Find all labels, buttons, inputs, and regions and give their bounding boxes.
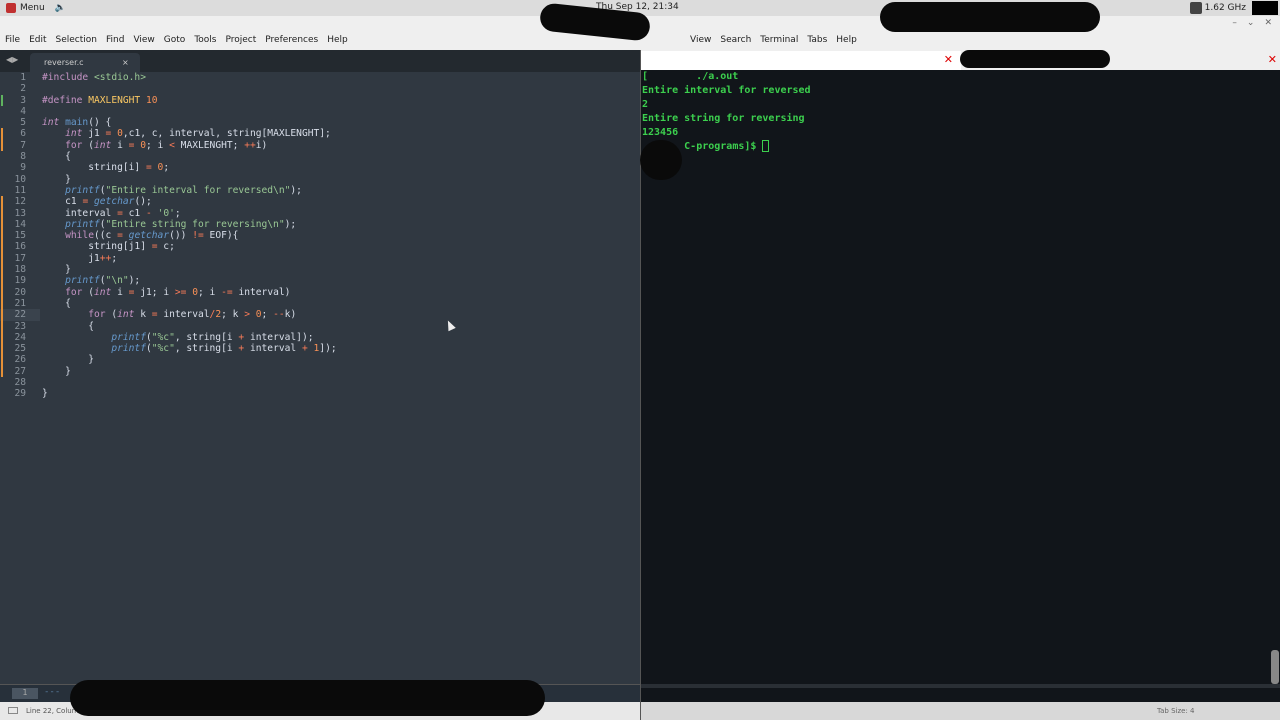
- menu-file[interactable]: File: [5, 35, 20, 45]
- code-line: 12 c1 = getchar();: [0, 196, 640, 208]
- terminal-line: [ ./a.out: [642, 71, 739, 82]
- menu-tools[interactable]: Tools: [194, 35, 216, 45]
- menu-find[interactable]: Find: [106, 35, 124, 45]
- app-menu-button[interactable]: Menu: [0, 3, 45, 13]
- code-line: 2: [20, 83, 26, 95]
- terminal-line: Entire interval for reversed: [642, 85, 811, 96]
- terminal-menu-help[interactable]: Help: [836, 35, 857, 45]
- terminal-menu-tabs[interactable]: Tabs: [807, 35, 827, 45]
- code-line-current: 22 for (int k = interval/2; k > 0; --k): [0, 309, 640, 321]
- code-line: 26 }: [0, 354, 640, 366]
- terminal-menu-terminal[interactable]: Terminal: [760, 35, 798, 45]
- menu-help[interactable]: Help: [327, 35, 348, 45]
- volume-icon[interactable]: 🔈: [55, 3, 66, 13]
- menu-selection[interactable]: Selection: [56, 35, 97, 45]
- minibuffer-line-number: 1: [12, 688, 38, 699]
- redaction-blot: [960, 50, 1110, 68]
- code-line: 28: [14, 377, 26, 389]
- terminal-menu: View Search Terminal Tabs Help: [690, 35, 857, 45]
- code-line: 23 {: [0, 320, 640, 332]
- cpu-icon: [1189, 2, 1202, 14]
- cpu-frequency: 1.62 GHz: [1204, 3, 1246, 13]
- code-line: 11 printf("Entire interval for reversed\…: [14, 184, 302, 196]
- code-line: 8 {: [20, 151, 71, 163]
- code-line: 1 #include <stdio.h>: [20, 72, 146, 83]
- terminal-line: Entire string for reversing: [642, 113, 805, 124]
- terminal-tab-close-icon[interactable]: ✕: [944, 53, 953, 66]
- code-line: 21 {: [0, 297, 640, 310]
- code-line: 5 int main() {: [20, 117, 112, 129]
- terminal-tab[interactable]: ✕: [641, 51, 961, 70]
- tray-widget[interactable]: [1252, 1, 1278, 15]
- terminal-menu-view[interactable]: View: [690, 35, 711, 45]
- menu-icon: [6, 3, 16, 13]
- panel-toggle-icon[interactable]: [8, 707, 18, 714]
- menu-goto[interactable]: Goto: [164, 35, 186, 45]
- code-area[interactable]: 1 #include <stdio.h> 2 3 #define MAXLENGHT…: [0, 72, 640, 400]
- code-line: 24 printf("%c", string[i + interval]);: [0, 331, 640, 344]
- editor-menu: File Edit Selection Find View Goto Tools…: [5, 35, 348, 45]
- terminal-line: 123456: [642, 127, 679, 138]
- code-editor[interactable]: ◀▶ reverser.c × 1 #include <stdio.h> 2 3 #…: [0, 50, 640, 720]
- code-line: 20 for (int i = j1; i >= 0; i -= interva…: [0, 286, 640, 298]
- terminal-menu-search[interactable]: Search: [720, 35, 751, 45]
- code-line: 16 string[j1] = c;: [0, 241, 640, 253]
- tab-close-icon[interactable]: ×: [122, 58, 129, 67]
- window-controls: – ⌄ ✕: [1232, 18, 1272, 28]
- code-line: 13 interval = c1 - '0';: [0, 207, 640, 219]
- code-line: 14 printf("Entire string for reversing\n…: [0, 218, 640, 231]
- code-line: 15 while((c = getchar()) != EOF){: [0, 230, 640, 242]
- code-line: 25 printf("%c", string[i + interval + 1]…: [0, 343, 640, 355]
- cpu-monitor[interactable]: 1.62 GHz: [1189, 2, 1246, 14]
- close-window-icon[interactable]: ✕: [1264, 18, 1272, 28]
- minibuffer-text: ---: [44, 687, 61, 697]
- code-line: 18 }: [0, 264, 640, 276]
- tab-size-indicator[interactable]: Tab Size: 4: [1157, 707, 1194, 715]
- terminal-bottom-bar: [641, 684, 1280, 688]
- code-line: 3 #define MAXLENGHT 10: [0, 94, 640, 106]
- terminal-window[interactable]: ✕ ✕ [ ./a.out Entire interval for revers…: [640, 50, 1280, 720]
- tab-reverser-c[interactable]: reverser.c ×: [30, 53, 140, 72]
- terminal-status-strip: Tab Size: 4: [641, 702, 1280, 720]
- menu-preferences[interactable]: Preferences: [265, 35, 318, 45]
- code-line: 27 }: [0, 365, 640, 378]
- terminal-cursor: [762, 140, 770, 152]
- code-line: 7 for (int i = 0; i < MAXLENGHT; ++i): [0, 139, 640, 152]
- editor-tab-bar: ◀▶ reverser.c ×: [0, 50, 640, 72]
- terminal-close-icon[interactable]: ✕: [1268, 53, 1277, 66]
- minimize-icon[interactable]: –: [1232, 18, 1237, 28]
- terminal-scrollbar[interactable]: [1271, 650, 1279, 684]
- tab-label: reverser.c: [44, 58, 84, 67]
- maximize-icon[interactable]: ⌄: [1247, 18, 1255, 28]
- menu-view[interactable]: View: [133, 35, 154, 45]
- code-line: 9 string[i] = 0;: [20, 162, 170, 174]
- code-line: 10 }: [14, 173, 71, 185]
- app-menu-label: Menu: [20, 3, 45, 13]
- redaction-blot: [880, 2, 1100, 32]
- terminal-prompt: C-programs]$: [684, 141, 763, 152]
- tab-nav-arrows-icon[interactable]: ◀▶: [6, 55, 18, 64]
- code-line: 17 j1++;: [0, 252, 640, 265]
- menu-edit[interactable]: Edit: [29, 35, 46, 45]
- code-line: 19 printf("\n");: [0, 275, 640, 287]
- redaction-blot: [70, 680, 545, 716]
- code-line: 4: [20, 105, 26, 117]
- redaction-blot: [640, 140, 682, 180]
- terminal-line: 2: [642, 99, 649, 110]
- code-line: 6 int j1 = 0,c1, c, interval, string[MAX…: [0, 128, 640, 140]
- menu-project[interactable]: Project: [225, 35, 256, 45]
- code-line: 29}: [14, 388, 48, 400]
